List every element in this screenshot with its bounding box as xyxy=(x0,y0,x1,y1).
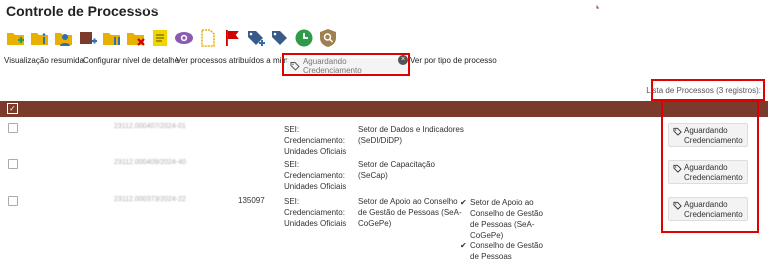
col-observacao-header: Observação xyxy=(542,3,586,12)
transfer-icon: ⇄ xyxy=(632,3,639,12)
new-process-icon[interactable] xyxy=(6,28,26,48)
check-icon: ✔ xyxy=(460,241,467,250)
specification-cell: Setor de Apoio ao Conselho de Gestão de … xyxy=(358,197,462,228)
sort-icon[interactable]: ↑↓ xyxy=(165,3,173,12)
tag-icon xyxy=(673,127,682,136)
process-count-highlight: Lista de Processos (3 registros): xyxy=(646,79,765,101)
add-to-block-icon[interactable] xyxy=(78,28,98,48)
document-icon[interactable] xyxy=(198,28,218,48)
select-all-checkbox[interactable]: ✓ xyxy=(7,103,18,114)
table-row: 23112.000373/2024-22 135097 SEI: Credenc… xyxy=(0,193,768,268)
tag-add-icon[interactable] xyxy=(246,28,266,48)
clock-icon xyxy=(592,3,602,13)
sort-icon[interactable]: ↑↓ xyxy=(428,3,436,12)
marker-filter-label: Aguardando Credenciamento xyxy=(302,56,362,75)
table-row: 23112.000409/2024-40 SEI: Credenciamento… xyxy=(0,156,768,192)
sort-icon[interactable]: ↑↓ xyxy=(322,3,330,12)
process-number-link[interactable]: 23112.000409/2024-40 xyxy=(114,159,186,166)
marker-filter-chip[interactable]: Aguardando Credenciamento × xyxy=(287,55,408,75)
delete-icon[interactable] xyxy=(126,28,146,48)
table-header xyxy=(0,101,768,117)
type-cell: SEI: Credenciamento: Unidades Oficiais xyxy=(284,160,347,191)
col-atribuicao-header[interactable]: Atribuição↑↓ xyxy=(229,3,274,12)
process-number-link[interactable]: 23112.000373/2024-22 xyxy=(114,196,186,203)
col-tipo-header[interactable]: Tipo↑↓ xyxy=(306,3,330,12)
tag-icon xyxy=(673,201,682,210)
row-checkbox[interactable] xyxy=(8,196,18,206)
marker-button[interactable]: Aguardando Credenciamento xyxy=(668,160,748,184)
tag-icon xyxy=(290,61,300,71)
col-clock-header[interactable]: ↑↓ xyxy=(592,3,611,15)
detail-level-link[interactable]: Configurar nível de detalhe xyxy=(83,56,179,65)
remove-filter-button[interactable]: × xyxy=(398,55,408,65)
toolbar xyxy=(6,28,338,48)
marker-button[interactable]: Aguardando Credenciamento xyxy=(668,197,748,221)
tag-icon xyxy=(673,164,682,173)
sort-icon[interactable]: ↑↓ xyxy=(640,3,648,12)
col-processo-header[interactable]: Processo↑↓ xyxy=(131,3,173,12)
marker-button[interactable]: Aguardando Credenciamento xyxy=(668,123,748,147)
assign-user-icon[interactable] xyxy=(54,28,74,48)
row-checkbox[interactable] xyxy=(8,159,18,169)
assignment-cell: 135097 xyxy=(238,196,265,205)
search-process-icon[interactable] xyxy=(318,28,338,48)
view-icon[interactable] xyxy=(174,28,194,48)
specification-cell: Setor de Dados e Indicadores (SeDI/DiDP) xyxy=(358,125,464,145)
col-marcadores-header: Marcadores xyxy=(691,3,734,12)
by-type-link[interactable]: Ver por tipo de processo xyxy=(410,56,497,65)
table-row: 23112.000407/2024-01 SEI: Credenciamento… xyxy=(0,120,768,156)
col-interessados-header: Interessados xyxy=(478,3,524,12)
col-especificacao-header[interactable]: Especificação↑↓ xyxy=(378,3,436,12)
row-checkbox[interactable] xyxy=(8,123,18,133)
check-icon: ✔ xyxy=(460,198,467,207)
type-cell: SEI: Credenciamento: Unidades Oficiais xyxy=(284,197,347,228)
specification-cell: Setor de Capacitação (SeCap) xyxy=(358,160,435,180)
sort-icon[interactable]: ↑↓ xyxy=(266,3,274,12)
type-cell: SEI: Credenciamento: Unidades Oficiais xyxy=(284,125,347,156)
process-info-icon[interactable] xyxy=(30,28,50,48)
sort-icon[interactable]: ↑↓ xyxy=(603,6,611,15)
annotation-icon[interactable] xyxy=(150,28,170,48)
col-transfer-header[interactable]: ⇄↑↓ xyxy=(632,3,648,12)
process-count-label: Lista de Processos (3 registros): xyxy=(646,86,761,95)
process-number-link[interactable]: 23112.000407/2024-01 xyxy=(114,123,186,130)
pause-icon[interactable] xyxy=(102,28,122,48)
marker-filter-highlight: Aguardando Credenciamento × xyxy=(282,53,410,76)
summary-view-link[interactable]: Visualização resumida xyxy=(4,56,84,65)
tag-icon[interactable] xyxy=(270,28,290,48)
flag-icon[interactable] xyxy=(222,28,242,48)
clock-icon[interactable] xyxy=(294,28,314,48)
assigned-to-me-link[interactable]: Ver processos atribuídos a mim xyxy=(176,56,288,65)
